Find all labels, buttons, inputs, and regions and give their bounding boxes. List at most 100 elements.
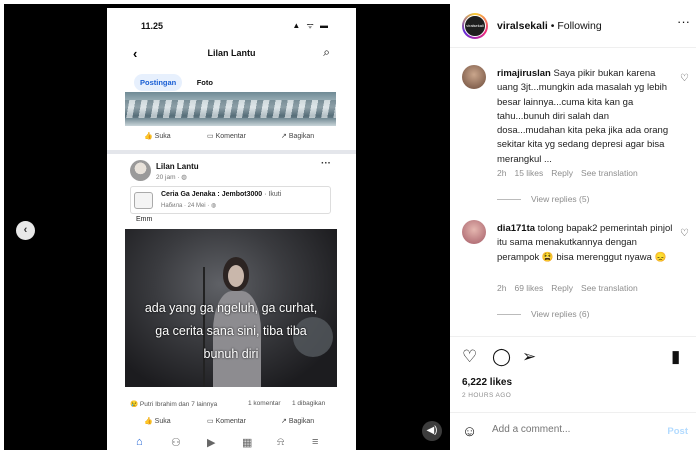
author-avatar <box>130 160 151 181</box>
view-replies-label: View replies (5) <box>531 194 590 204</box>
comment-username[interactable]: rimajiruslan <box>497 68 551 79</box>
fb-tab-bar: ⌂ ⚇ ▶ ▦ ⍾ ≡ <box>107 436 356 451</box>
menu-icon: ≡ <box>312 436 319 448</box>
shared-page-avatar <box>134 192 153 209</box>
shared-page-meta: Набила · 24 Mei · ◍ <box>161 203 217 209</box>
share-action: ↗ Bagikan <box>281 133 315 140</box>
post-meta: 20 jam · ◍ <box>156 174 187 181</box>
comment-username[interactable]: dia171ta <box>497 223 535 234</box>
reactions-text: 😢 Putri Ibrahim dan 7 lainnya <box>130 401 218 408</box>
account-username[interactable]: viralsekali <box>497 20 548 32</box>
comment-time: 2h <box>497 168 507 178</box>
shared-page-card: Ceria Ga Jenaka : Jembot3000 · Ikuti Наб… <box>130 186 331 214</box>
reactions-names: Putri Ibrahim dan 7 lainnya <box>139 401 218 408</box>
comment-text: Saya pikir bukan karena uang 3jt...mungk… <box>497 68 669 165</box>
singer-face <box>228 265 244 287</box>
comment-likes[interactable]: 15 likes <box>514 168 543 178</box>
comment-icon[interactable]: ◯ <box>492 347 511 367</box>
status-time: 11.25 <box>141 21 164 31</box>
post-action-icons: ♡ ◯ ➢ ▮ <box>462 347 688 367</box>
comment-action: ▭ Komentar <box>207 133 246 140</box>
shares-count: 1 dibagikan <box>292 400 326 407</box>
previous-arrow-icon[interactable]: ‹ <box>16 221 35 240</box>
tab-foto: Foto <box>196 78 213 87</box>
post-time: 2 HOURS AGO <box>462 392 512 399</box>
post-author: Lilan Lantu <box>156 162 199 171</box>
reply-button[interactable]: Reply <box>551 168 573 178</box>
shared-page-title: Ceria Ga Jenaka : Jembot3000 <box>161 191 263 198</box>
post-text: Emm <box>136 216 153 223</box>
comment-avatar[interactable] <box>462 220 486 244</box>
emoji-icon[interactable]: ☺ <box>462 423 477 440</box>
see-translation-button[interactable]: See translation <box>581 168 638 178</box>
comment-input[interactable] <box>492 424 652 435</box>
previous-post-image <box>125 92 336 126</box>
instagram-post-view: ‹ 11.25 ▲ ᯤ ▬ ‹ Lilan Lantu ⌕ Postingan … <box>0 0 700 451</box>
notification-icon: ⍾ <box>277 436 285 448</box>
post-sidebar: viralsekali viralsekali • Following ··· … <box>450 4 696 450</box>
comment-label: Komentar <box>215 133 246 140</box>
view-replies-button[interactable]: View replies (6) <box>497 309 589 319</box>
post-video: ada yang ga ngeluh, ga curhat, ga cerita… <box>125 229 337 387</box>
previous-post-actions: 👍 Suka ▭ Komentar ↗ Bagikan <box>107 132 356 146</box>
like-action: 👍 Suka <box>144 418 171 425</box>
marketplace-icon: ▦ <box>242 437 253 449</box>
post-media: ‹ 11.25 ▲ ᯤ ▬ ‹ Lilan Lantu ⌕ Postingan … <box>4 4 450 451</box>
comment-body: rimajiruslan Saya pikir bukan karena uan… <box>497 67 675 167</box>
like-label: Suka <box>154 418 171 425</box>
tab-postingan: Postingan <box>134 74 183 91</box>
account-avatar[interactable]: viralsekali <box>462 13 488 39</box>
likes-count[interactable]: 6,222 likes <box>462 377 512 388</box>
video-caption-line-3: bunuh diri <box>203 347 259 361</box>
comment-meta: 2h 69 likes Reply See translation <box>497 283 646 293</box>
comment-likes[interactable]: 69 likes <box>514 283 543 293</box>
account-avatar-text: viralsekali <box>464 15 486 37</box>
post-actions-bar: ♡ ◯ ➢ ▮ <box>450 336 696 366</box>
share-label: Bagikan <box>288 133 315 140</box>
video-caption-line-2: ga cerita sana sini, tiba tiba <box>155 324 307 338</box>
friends-icon: ⚇ <box>171 437 181 449</box>
comments-count: 1 komentar <box>248 400 281 407</box>
fb-header-title: Lilan Lantu <box>207 48 256 58</box>
comment-meta: 2h 15 likes Reply See translation <box>497 168 646 178</box>
home-icon: ⌂ <box>136 436 143 448</box>
video-caption-line-1: ada yang ga ngeluh, ga curhat, <box>144 301 318 315</box>
bookmark-icon[interactable]: ▮ <box>671 347 680 367</box>
more-options-icon[interactable]: ··· <box>677 14 690 29</box>
comment-body: dia171ta tolong bapak2 pemerintah pinjol… <box>497 222 675 265</box>
account-name-row: viralsekali • Following <box>497 20 602 32</box>
post-actions: 👍 Suka ▭ Komentar ↗ Bagikan <box>107 417 356 431</box>
fb-profile-tabs: Postingan Foto <box>134 72 223 91</box>
comment-avatar[interactable] <box>462 65 486 89</box>
share-label: Bagikan <box>288 418 315 425</box>
like-action: 👍 Suka <box>144 133 171 140</box>
reply-button[interactable]: Reply <box>551 283 573 293</box>
comment-action: ▭ Komentar <box>207 418 246 425</box>
comment-like-icon[interactable]: ♡ <box>680 228 689 239</box>
see-translation-button[interactable]: See translation <box>581 283 638 293</box>
status-icons: ▲ ᯤ ▬ <box>292 21 330 30</box>
view-replies-label: View replies (6) <box>531 309 590 319</box>
phone-screenshot: 11.25 ▲ ᯤ ▬ ‹ Lilan Lantu ⌕ Postingan Fo… <box>107 8 356 451</box>
fb-header: ‹ Lilan Lantu ⌕ <box>107 44 356 64</box>
comment-label: Komentar <box>215 418 246 425</box>
share-icon[interactable]: ➢ <box>522 347 536 367</box>
heart-icon[interactable]: ♡ <box>462 347 477 367</box>
view-replies-button[interactable]: View replies (5) <box>497 194 589 204</box>
post-header: viralsekali viralsekali • Following ··· <box>450 4 696 48</box>
like-label: Suka <box>154 133 171 140</box>
follow-status[interactable]: Following <box>557 20 601 32</box>
comment-time: 2h <box>497 283 507 293</box>
post-button[interactable]: Post <box>667 426 688 437</box>
video-icon: ▶ <box>207 437 216 449</box>
singer-figure <box>213 257 261 387</box>
shared-page-name: Ceria Ga Jenaka : Jembot3000 · Ikuti <box>161 191 281 198</box>
mute-icon[interactable]: ◀) <box>422 421 442 441</box>
comment-like-icon[interactable]: ♡ <box>680 73 689 84</box>
add-comment-bar: ☺ Post <box>450 412 696 450</box>
more-icon: ··· <box>321 158 331 169</box>
search-icon: ⌕ <box>323 45 330 59</box>
post-separator <box>107 150 356 154</box>
shared-page-follow: · Ikuti <box>262 191 282 198</box>
phone-status-bar: 11.25 ▲ ᯤ ▬ <box>107 18 356 34</box>
